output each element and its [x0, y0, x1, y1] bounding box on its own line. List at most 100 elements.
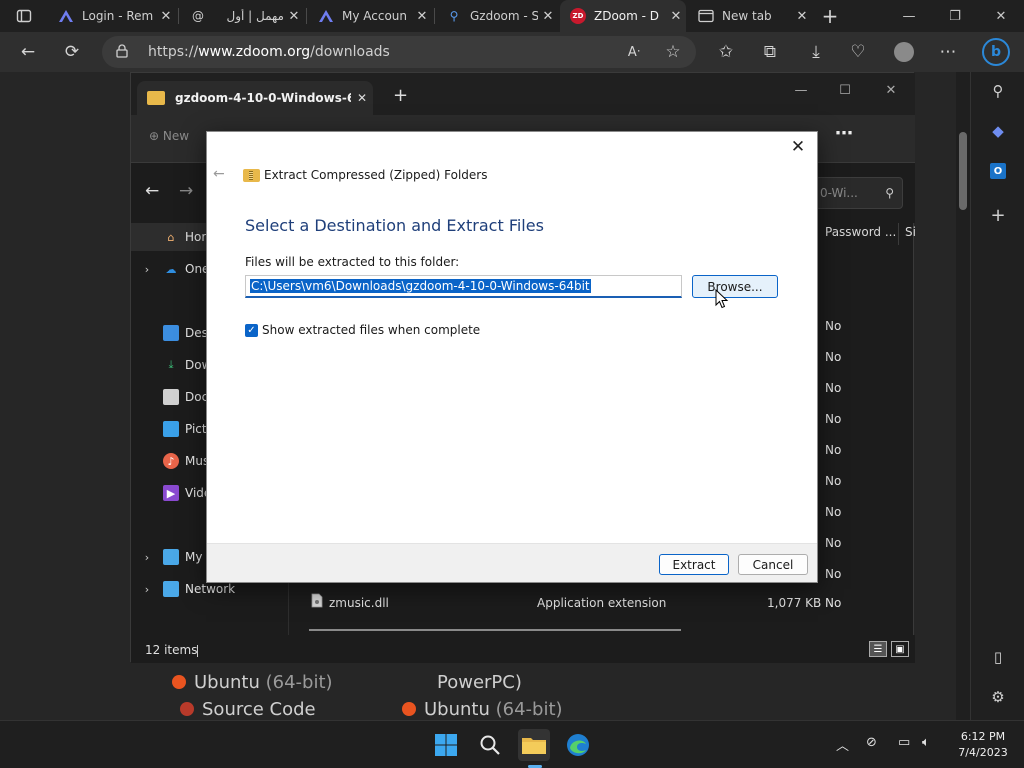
- download-ubuntu-link-2[interactable]: Ubuntu (64-bit): [402, 699, 563, 720]
- dialog-title: Extract Compressed (Zipped) Folders: [243, 168, 488, 182]
- password-cell: No: [825, 474, 842, 488]
- explorer-maximize-icon[interactable]: ☐: [825, 77, 865, 103]
- collections-icon[interactable]: ⧉: [754, 36, 786, 68]
- favorite-star-icon[interactable]: ☆: [657, 36, 689, 68]
- password-cell: No: [825, 319, 842, 333]
- settings-more-icon[interactable]: ⋯: [932, 36, 964, 68]
- tab-zdoom-downloads[interactable]: ZD ZDoom - D ✕: [560, 0, 686, 32]
- show-files-option[interactable]: ✓ Show extracted files when complete: [245, 323, 480, 337]
- tab-new-tab[interactable]: New tab ✕: [688, 0, 812, 32]
- tab-title: Gzdoom - S: [470, 9, 538, 23]
- download-icon: ⤓: [168, 358, 174, 371]
- password-cell: No: [825, 381, 842, 395]
- desktop-icon: [163, 325, 179, 341]
- details-view-icon[interactable]: ☰: [869, 641, 887, 657]
- network-icon: [163, 581, 179, 597]
- chevron-right-icon[interactable]: ›: [131, 263, 163, 276]
- tab-arabic[interactable]: @ مهمل | أول ✕: [180, 0, 304, 32]
- tab-login[interactable]: Login - Rem ✕: [48, 0, 176, 32]
- explorer-tab[interactable]: gzdoom-4-10-0-Windows-64t ✕: [137, 81, 373, 115]
- sidebar-search-icon[interactable]: ⚲: [983, 76, 1013, 106]
- onedrive-icon: ☁: [165, 262, 177, 276]
- zd-logo-icon: ZD: [570, 8, 586, 24]
- dialog-back-icon[interactable]: ←: [213, 166, 225, 182]
- column-header-password[interactable]: Password ...: [825, 225, 896, 239]
- explorer-new-tab-button[interactable]: +: [393, 85, 408, 106]
- new-button[interactable]: ⊕ New: [149, 129, 189, 143]
- file-explorer-taskbar-icon[interactable]: [518, 729, 550, 761]
- tab-actions-icon[interactable]: [8, 0, 40, 32]
- network-disconnected-icon[interactable]: ⊘: [866, 735, 877, 750]
- column-header-size[interactable]: Si: [905, 225, 916, 239]
- page-scrollbar-thumb[interactable]: [959, 132, 967, 210]
- back-icon[interactable]: ←: [12, 36, 44, 68]
- pictures-icon: [163, 421, 179, 437]
- profile-avatar-icon[interactable]: [888, 36, 920, 68]
- taskbar: ︿ ⊘ ▭ 🔈︎ 6:12 PM 7/4/2023: [0, 720, 1024, 768]
- explorer-close-icon[interactable]: ✕: [871, 77, 911, 103]
- browse-button[interactable]: Browse...: [692, 275, 778, 298]
- column-divider[interactable]: [898, 223, 899, 245]
- address-bar[interactable]: https://www.zdoom.org/downloads: [102, 36, 696, 68]
- list-horizontal-scrollbar[interactable]: [309, 629, 681, 631]
- explorer-tab-title: gzdoom-4-10-0-Windows-64t: [175, 91, 351, 105]
- close-window-icon[interactable]: ✕: [978, 0, 1024, 32]
- chevron-right-icon[interactable]: ›: [131, 551, 163, 564]
- add-sidebar-app-icon[interactable]: +: [983, 200, 1013, 230]
- checkbox-checked-icon[interactable]: ✓: [245, 323, 258, 337]
- explorer-back-icon[interactable]: ←: [145, 181, 159, 201]
- source-code-link[interactable]: Source Code: [180, 699, 316, 720]
- music-icon: ♪: [163, 453, 179, 469]
- explorer-titlebar: gzdoom-4-10-0-Windows-64t ✕ + — ☐ ✕: [131, 73, 915, 115]
- read-aloud-icon[interactable]: Aᐧ: [618, 36, 650, 68]
- downloads-icon[interactable]: ⤓: [800, 36, 832, 68]
- explorer-search-input[interactable]: 0-Wi... ⚲: [815, 177, 903, 209]
- search-icon: ⚲: [885, 186, 894, 200]
- windows-start-icon[interactable]: [430, 729, 462, 761]
- status-divider: [197, 645, 198, 657]
- source-icon: [180, 702, 194, 716]
- download-ubuntu-link[interactable]: Ubuntu (64-bit): [172, 672, 333, 693]
- copilot-icon[interactable]: ◆: [983, 116, 1013, 146]
- tab-divider: [178, 8, 179, 24]
- close-icon[interactable]: ✕: [351, 91, 373, 105]
- password-cell: No: [825, 350, 842, 364]
- favorites-icon[interactable]: ✩: [710, 36, 742, 68]
- sidebar-panel-icon[interactable]: ▯: [983, 642, 1013, 672]
- close-icon[interactable]: ✕: [538, 9, 558, 24]
- destination-path-input[interactable]: C:\Users\vm6\Downloads\gzdoom-4-10-0-Win…: [245, 275, 682, 298]
- outlook-icon[interactable]: O: [983, 156, 1013, 186]
- plus-circle-icon: ⊕: [149, 129, 160, 143]
- clock[interactable]: 6:12 PM 7/4/2023: [946, 729, 1020, 761]
- close-icon[interactable]: ✕: [284, 9, 304, 24]
- tab-my-account[interactable]: My Accoun ✕: [308, 0, 432, 32]
- tab-gzdoom-search[interactable]: ⚲ Gzdoom - S ✕: [436, 0, 558, 32]
- more-options-icon[interactable]: ⋯: [835, 123, 853, 144]
- explorer-forward-icon[interactable]: →: [179, 181, 193, 201]
- taskbar-search-icon[interactable]: [474, 729, 506, 761]
- display-icon[interactable]: ▭: [898, 735, 910, 750]
- tiles-view-icon[interactable]: ▣: [891, 641, 909, 657]
- bing-copilot-icon[interactable]: b: [980, 36, 1012, 68]
- close-icon[interactable]: ✕: [792, 9, 812, 24]
- sidebar-settings-icon[interactable]: ⚙: [983, 682, 1013, 712]
- refresh-icon[interactable]: ⟳: [56, 36, 88, 68]
- minimize-icon[interactable]: —: [886, 0, 932, 32]
- table-row[interactable]: zmusic.dll Application extension 1,077 K…: [289, 589, 915, 617]
- search-icon: ⚲: [449, 9, 459, 23]
- close-icon[interactable]: ✕: [412, 9, 432, 24]
- tray-expand-icon[interactable]: ︿: [836, 735, 849, 754]
- restore-icon[interactable]: ❐: [932, 0, 978, 32]
- volume-icon[interactable]: 🔈︎: [922, 735, 930, 750]
- new-tab-button[interactable]: +: [814, 0, 846, 32]
- close-icon[interactable]: ✕: [666, 9, 686, 24]
- edge-taskbar-icon[interactable]: [562, 729, 594, 761]
- performance-icon[interactable]: ♡: [842, 36, 874, 68]
- ubuntu-icon: [172, 675, 186, 689]
- chevron-right-icon[interactable]: ›: [131, 583, 163, 596]
- close-icon[interactable]: ✕: [156, 9, 176, 24]
- cancel-button[interactable]: Cancel: [738, 554, 808, 575]
- explorer-minimize-icon[interactable]: —: [781, 77, 821, 103]
- extract-button[interactable]: Extract: [659, 554, 729, 575]
- dialog-close-icon[interactable]: ✕: [787, 136, 809, 158]
